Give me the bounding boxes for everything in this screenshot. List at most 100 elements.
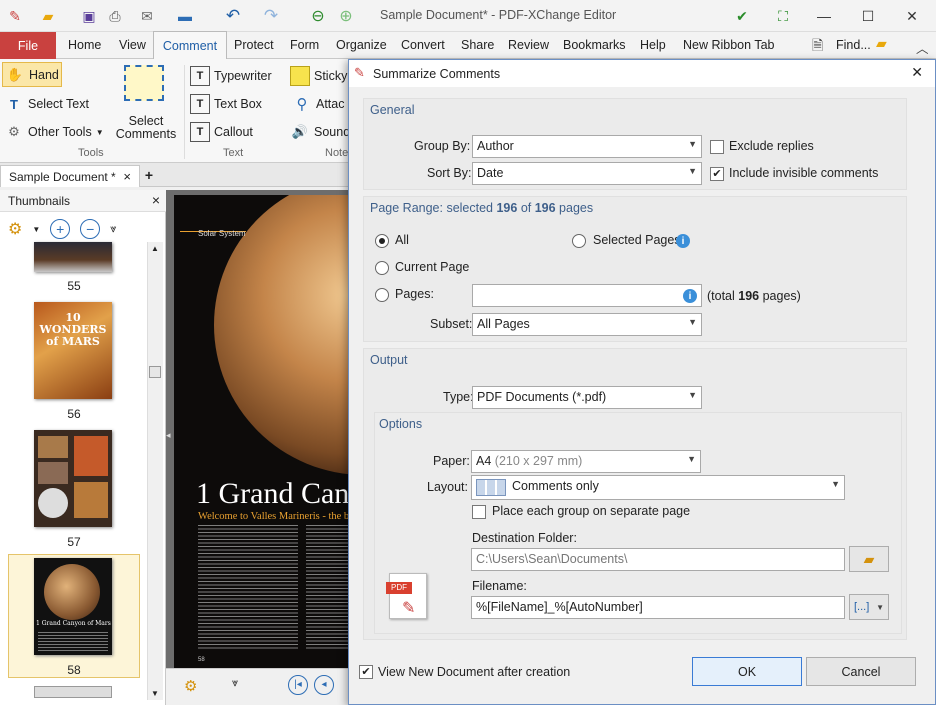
menu-organize[interactable]: Organize — [336, 38, 387, 52]
hand-tool-button[interactable]: ✋ Hand — [2, 62, 62, 87]
group-by-select[interactable]: Author ▼ — [472, 135, 702, 158]
dropdown-arrow-icon: ▼ — [688, 390, 697, 400]
menu-new-ribbon-tab[interactable]: New Ribbon Tab — [683, 38, 775, 52]
thumbnail-page-55[interactable] — [34, 242, 112, 272]
app-logo-icon: ✎ — [9, 7, 21, 24]
view-new-checkbox[interactable]: ✔ — [359, 665, 373, 679]
text-box-button[interactable]: T Text Box — [190, 94, 262, 114]
general-section: General Group By: Author ▼ Exclude replie… — [363, 98, 907, 190]
close-pane-icon[interactable]: × — [152, 192, 160, 208]
open-folder-icon[interactable]: ▰ — [36, 5, 60, 27]
thumbnails-toolbar: ⚙ ▼ + − ⩔ — [8, 216, 158, 242]
radio-pages[interactable] — [375, 288, 389, 302]
menu-protect[interactable]: Protect — [234, 38, 274, 52]
undo-icon[interactable]: ↶ — [220, 5, 246, 27]
pages-input[interactable]: i — [472, 284, 702, 307]
tools-group-label: Tools — [78, 147, 104, 159]
thumbnail-page-57[interactable] — [34, 430, 112, 527]
forward-icon[interactable]: ⊕ — [334, 5, 358, 27]
sort-by-select[interactable]: Date ▼ — [472, 162, 702, 185]
type-label: Type: — [443, 390, 474, 404]
options-group: Options Paper: A4 (210 x 297 mm) ▼ Layout… — [374, 412, 902, 634]
back-icon[interactable]: ⊖ — [306, 5, 330, 27]
scan-icon[interactable]: ▬ — [170, 5, 200, 27]
destination-folder-input[interactable]: C:\Users\Sean\Documents\ — [471, 548, 845, 571]
search-folder-icon[interactable]: ▰ — [876, 35, 887, 52]
menu-help[interactable]: Help — [640, 38, 666, 52]
scroll-thumb[interactable] — [149, 366, 161, 378]
info-icon[interactable]: i — [676, 234, 690, 248]
include-invisible-checkbox[interactable]: ✔ — [710, 167, 724, 181]
zoom-in-icon[interactable]: + — [50, 219, 71, 239]
menu-review[interactable]: Review — [508, 38, 549, 52]
view-settings-icon[interactable]: ⚙ — [184, 677, 197, 695]
layout-select[interactable]: Comments only ▼ — [471, 475, 845, 500]
info-icon[interactable]: i — [683, 289, 697, 303]
menu-view[interactable]: View — [119, 38, 146, 52]
document-view[interactable]: ◂ Solar System 1 Grand Can Welcome to Va… — [166, 190, 350, 705]
other-tools-button[interactable]: ⚙ Other Tools ▼ — [4, 122, 103, 142]
maximize-button[interactable]: ☐ — [846, 0, 890, 32]
typewriter-button[interactable]: T Typewriter — [190, 66, 272, 86]
scroll-down-icon[interactable]: ▼ — [151, 689, 159, 698]
zoom-out-icon[interactable]: − — [80, 219, 101, 239]
pane-splitter-icon[interactable]: ◂ — [166, 430, 171, 460]
document-tab[interactable]: Sample Document * × — [0, 165, 140, 187]
dropdown-arrow-icon[interactable]: ▼ — [32, 225, 40, 234]
menu-home[interactable]: Home — [68, 38, 101, 52]
menu-file[interactable]: File — [0, 32, 56, 59]
type-select[interactable]: PDF Documents (*.pdf) ▼ — [472, 386, 702, 409]
print-icon[interactable]: ⎙ — [104, 5, 126, 27]
exclude-replies-checkbox[interactable] — [710, 140, 724, 154]
collapse-ribbon-icon[interactable]: ︿ — [916, 38, 929, 57]
subset-select[interactable]: All Pages ▼ — [472, 313, 702, 336]
menu-share[interactable]: Share — [461, 38, 494, 52]
insert-macro-button[interactable]: [...] ▼ — [849, 594, 889, 620]
scroll-up-icon[interactable]: ▲ — [151, 244, 159, 253]
thumbnail-page-59[interactable] — [34, 686, 112, 698]
select-text-button[interactable]: T Select Text — [4, 94, 89, 114]
thumbnail-page-56[interactable]: 10 WONDERS of MARS — [34, 302, 112, 399]
find-button[interactable]: Find... — [836, 38, 871, 52]
redo-icon[interactable]: ↷ — [258, 5, 284, 27]
sound-button[interactable]: 🔊 Sound — [290, 122, 350, 142]
thumbnail-label: 57 — [67, 535, 81, 549]
check-icon[interactable]: ✔ — [726, 5, 758, 27]
new-tab-button[interactable]: + — [142, 167, 156, 183]
fullscreen-icon[interactable]: ⛶ — [772, 5, 794, 27]
radio-all[interactable] — [375, 234, 389, 248]
cancel-button[interactable]: Cancel — [806, 657, 916, 686]
prev-page-icon[interactable]: ◂ — [314, 675, 334, 695]
each-group-checkbox[interactable] — [472, 505, 486, 519]
save-icon[interactable]: ▣ — [78, 5, 100, 27]
dialog-title-bar: ✎ Summarize Comments ✕ — [349, 60, 935, 87]
select-comments-button[interactable]: Select Comments — [110, 63, 182, 145]
sort-by-label: Sort By: — [427, 166, 472, 180]
attach-button[interactable]: ⚲ Attac — [292, 94, 345, 114]
thumbnails-scrollbar[interactable]: ▲ ▼ — [147, 242, 163, 700]
browse-folder-button[interactable]: ▰ — [849, 546, 889, 572]
paper-select[interactable]: A4 (210 x 297 mm) ▼ — [471, 450, 701, 473]
minimize-button[interactable]: — — [802, 0, 846, 32]
callout-button[interactable]: T Callout — [190, 122, 253, 142]
menu-comment[interactable]: Comment — [153, 31, 227, 60]
first-page-icon[interactable]: |◂ — [288, 675, 308, 695]
close-tab-icon[interactable]: × — [123, 169, 131, 184]
radio-selected-pages[interactable] — [572, 234, 586, 248]
menu-convert[interactable]: Convert — [401, 38, 445, 52]
thumbnail-page-58[interactable]: 1 Grand Canyon of Mars — [34, 558, 112, 655]
dialog-close-button[interactable]: ✕ — [911, 64, 923, 81]
sticky-note-button[interactable]: Sticky — [290, 66, 347, 86]
pdf-file-icon: PDF ✎ — [386, 573, 427, 619]
email-icon[interactable]: ✉ — [132, 5, 162, 27]
settings-gear-icon[interactable]: ⚙ — [8, 219, 22, 239]
menu-bookmarks[interactable]: Bookmarks — [563, 38, 626, 52]
filename-input[interactable]: %[FileName]_%[AutoNumber] — [471, 596, 845, 619]
body-text-column — [306, 525, 350, 651]
close-button[interactable]: ✕ — [890, 0, 934, 32]
radio-current-page[interactable] — [375, 261, 389, 275]
menu-form[interactable]: Form — [290, 38, 319, 52]
expand-icon[interactable]: ⩔ — [232, 677, 238, 690]
ok-button[interactable]: OK — [692, 657, 802, 686]
expand-icon[interactable]: ⩔ — [110, 223, 116, 236]
